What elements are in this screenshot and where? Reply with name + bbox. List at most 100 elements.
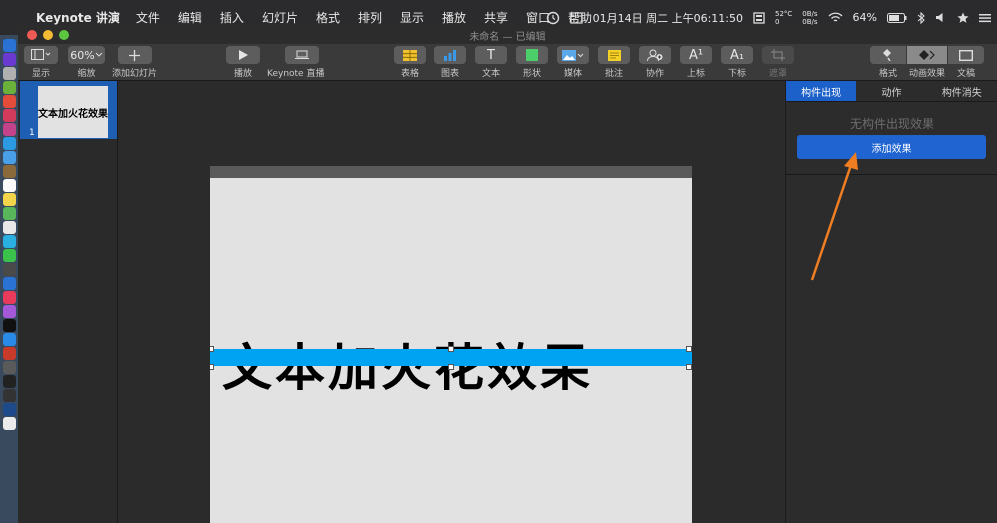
table-control: 表格 <box>394 46 426 79</box>
shape-button[interactable] <box>516 46 548 64</box>
superscript-label: 上标 <box>686 69 705 79</box>
play-label: 播放 <box>233 69 252 79</box>
bluetooth-icon[interactable] <box>917 11 925 24</box>
play-button[interactable] <box>226 46 260 64</box>
comment-button[interactable] <box>598 46 630 64</box>
close-window-button[interactable] <box>27 30 37 40</box>
media-control: 媒体 <box>557 46 589 79</box>
battery-icon[interactable] <box>887 12 907 23</box>
dock-safari-icon[interactable] <box>2 137 16 150</box>
network-down: 0B/s <box>802 17 818 26</box>
time-machine-icon[interactable] <box>546 11 560 25</box>
resize-handle[interactable] <box>686 364 692 370</box>
dock-activity-icon[interactable] <box>2 389 16 402</box>
inspector-tabs: 构件出现 动作 构件消失 <box>786 81 997 102</box>
menu-view[interactable]: 显示 <box>400 9 424 26</box>
add-slide-button[interactable] <box>117 46 152 64</box>
status-bar-icon[interactable] <box>753 11 765 24</box>
dock-facetime-icon[interactable] <box>2 249 16 262</box>
dock-music-icon[interactable] <box>2 291 16 304</box>
dock-app-icon[interactable] <box>2 361 16 374</box>
mask-button[interactable] <box>762 46 794 64</box>
menu-edit[interactable]: 编辑 <box>178 9 202 26</box>
dock-photos-icon[interactable] <box>2 221 16 234</box>
resize-handle[interactable] <box>448 364 454 370</box>
chart-button[interactable] <box>434 46 466 64</box>
zoom-window-button[interactable] <box>59 30 69 40</box>
text-control: T 文本 <box>475 46 507 79</box>
menu-play[interactable]: 播放 <box>442 9 466 26</box>
dock-vivaldi-icon[interactable] <box>2 347 16 360</box>
tab-action[interactable]: 动作 <box>856 81 926 101</box>
dock-android-icon[interactable] <box>2 81 16 94</box>
network-speed[interactable]: 0B/s 0B/s <box>802 10 817 26</box>
dock-notes-icon[interactable] <box>2 193 16 206</box>
tab-build-in[interactable]: 构件出现 <box>786 81 857 101</box>
table-button[interactable] <box>394 46 426 64</box>
tab-build-out[interactable]: 构件消失 <box>927 81 997 101</box>
menu-file[interactable]: 文件 <box>136 9 160 26</box>
dock-launchpad-icon[interactable] <box>2 67 16 80</box>
subscript-button[interactable]: A₁ <box>721 46 753 64</box>
dock-yandex-icon[interactable] <box>2 417 16 430</box>
battery-percent[interactable]: 64% <box>853 11 877 24</box>
subscript-control: A₁ 下标 <box>721 46 753 79</box>
zoom-dropdown[interactable]: 60% <box>68 46 105 64</box>
dock-app-icon[interactable] <box>2 109 16 122</box>
clock-datetime[interactable]: 01月14日 周二 上午06:11:50 <box>593 10 743 26</box>
dock-keynote-icon[interactable] <box>2 277 16 290</box>
dock-messages-icon[interactable] <box>2 235 16 248</box>
keynote-live-button[interactable] <box>284 46 319 64</box>
dock-mail-icon[interactable] <box>2 151 16 164</box>
dock-app-icon[interactable] <box>2 123 16 136</box>
text-icon: T <box>487 47 495 63</box>
dock-maps-icon[interactable] <box>2 207 16 220</box>
menu-slide[interactable]: 幻灯片 <box>262 9 298 26</box>
resize-handle[interactable] <box>210 364 214 370</box>
menu-share[interactable]: 共享 <box>484 9 508 26</box>
menu-list-icon[interactable] <box>979 13 991 23</box>
calendar-icon[interactable] <box>569 11 583 24</box>
dock-podcasts-icon[interactable] <box>2 305 16 318</box>
dock-tv-icon[interactable] <box>2 319 16 332</box>
slide-thumbnail[interactable]: 文本加火花效果 <box>38 86 108 138</box>
dock-app-icon[interactable] <box>2 263 16 276</box>
animate-button[interactable] <box>907 46 947 64</box>
media-button[interactable] <box>557 46 589 64</box>
dock-contacts-icon[interactable] <box>2 165 16 178</box>
dock-calendar-icon[interactable] <box>2 179 16 192</box>
menu-arrange[interactable]: 排列 <box>358 9 382 26</box>
zoom-value: 60% <box>70 48 95 62</box>
superscript-button[interactable]: A¹ <box>680 46 712 64</box>
temperature-sub: 0 <box>774 17 780 26</box>
menu-format[interactable]: 格式 <box>316 9 340 26</box>
document-button[interactable] <box>948 46 984 64</box>
star-icon[interactable] <box>957 12 969 24</box>
shape-control: 形状 <box>516 46 548 79</box>
mask-label: 遮罩 <box>768 69 787 79</box>
dock-terminal-icon[interactable] <box>2 375 16 388</box>
dock-finder-icon[interactable] <box>2 39 16 52</box>
dock-siri-icon[interactable] <box>2 53 16 66</box>
resize-handle[interactable] <box>448 346 454 352</box>
volume-icon[interactable] <box>935 12 947 23</box>
format-button[interactable] <box>870 46 906 64</box>
menu-insert[interactable]: 插入 <box>220 9 244 26</box>
text-button[interactable]: T <box>475 46 507 64</box>
resize-handle[interactable] <box>686 346 692 352</box>
view-button[interactable] <box>24 46 58 64</box>
add-effect-button[interactable]: 添加效果 <box>797 135 986 159</box>
resize-handle[interactable] <box>210 346 214 352</box>
dock-appstore-icon[interactable] <box>2 333 16 346</box>
temperature-readout[interactable]: 52°C 0 <box>775 10 792 26</box>
dock-chrome-icon[interactable] <box>2 95 16 108</box>
dock-vpn-icon[interactable] <box>2 403 16 416</box>
keynote-live-label: Keynote 直播 <box>267 69 325 79</box>
collaborate-button[interactable] <box>639 46 671 64</box>
minimize-window-button[interactable] <box>43 30 53 40</box>
window-titlebar[interactable]: 未命名 — 已编辑 <box>18 26 997 44</box>
menu-app-name[interactable]: Keynote 讲演 <box>36 9 120 26</box>
view-control: 显示 <box>24 46 58 79</box>
wifi-icon[interactable] <box>828 12 843 23</box>
slide[interactable]: 文本加火花效果 <box>210 178 692 523</box>
